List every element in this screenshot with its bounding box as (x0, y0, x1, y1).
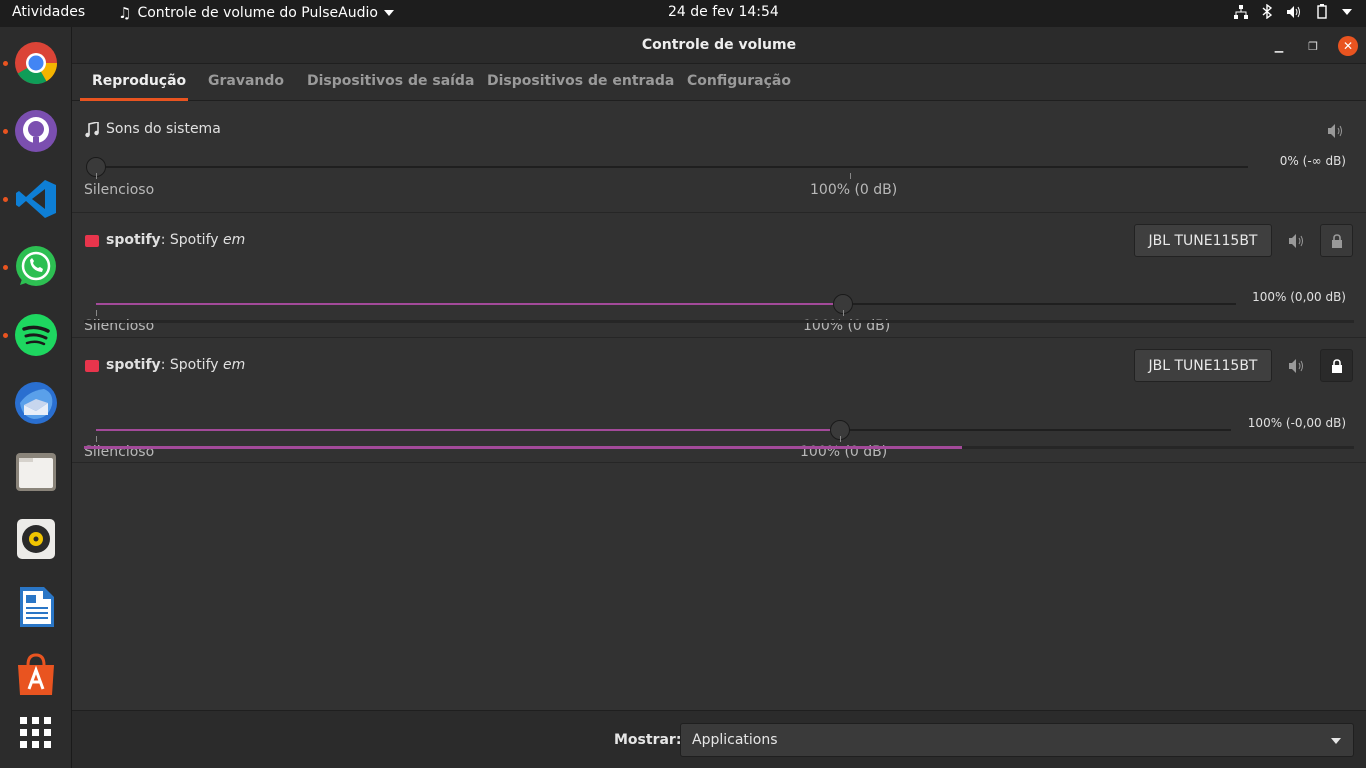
volume-slider-track[interactable] (96, 166, 1248, 168)
dock-thunderbird[interactable] (13, 380, 59, 426)
output-device-button[interactable]: JBL TUNE115BT (1134, 224, 1272, 257)
dock-rhythmbox[interactable] (13, 516, 59, 562)
vscode-icon (16, 180, 56, 218)
spotify-app-icon (84, 358, 100, 374)
scale-tick (850, 173, 851, 179)
dock-vscode[interactable] (13, 176, 59, 222)
separator (72, 462, 1366, 463)
music-note-icon: ♫ (118, 4, 132, 22)
dock (0, 27, 72, 768)
music-note-icon (84, 122, 100, 138)
active-tab-indicator (80, 98, 188, 101)
volume-icon[interactable] (1286, 5, 1302, 19)
maximize-icon: ❐ (1308, 39, 1318, 53)
clock[interactable]: 24 de fev 14:54 (668, 4, 779, 20)
show-filter-select[interactable]: Applications (680, 723, 1354, 757)
peak-meter (84, 320, 1354, 323)
volume-control-window: Controle de volume ▁ ❐ ✕ Reprodução Grav… (72, 27, 1366, 768)
mute-toggle-icon[interactable] (1288, 233, 1306, 249)
lock-channels-button[interactable] (1320, 224, 1353, 257)
scale-tick (96, 173, 97, 179)
app-menu[interactable]: ♫ Controle de volume do PulseAudio (118, 4, 394, 22)
volume-value: 100% (0,00 dB) (1252, 290, 1346, 304)
rhythmbox-icon (17, 519, 55, 559)
running-indicator (3, 197, 8, 202)
show-label: Mostrar: (614, 732, 682, 748)
tab-bar: Reprodução Gravando Dispositivos de saíd… (72, 64, 1366, 101)
lock-icon (1331, 358, 1342, 373)
mute-scale-label: Silencioso (84, 182, 155, 198)
volume-value: 0% (-∞ dB) (1279, 154, 1346, 168)
mute-toggle-icon[interactable] (1327, 123, 1345, 139)
libreoffice-writer-icon (20, 587, 54, 627)
scale-tick (843, 310, 844, 316)
system-menu-chevron-icon[interactable] (1342, 8, 1352, 15)
chevron-down-icon (383, 10, 394, 16)
lock-channels-button[interactable] (1320, 349, 1353, 382)
stream-spotify-1: spotify: Spotify em JBL TUNE115BT Silenc… (72, 213, 1366, 337)
stream-name: spotify: Spotify em (106, 357, 246, 373)
running-indicator (3, 265, 8, 270)
close-button[interactable]: ✕ (1338, 36, 1358, 56)
activities-button[interactable]: Atividades (12, 4, 85, 20)
minimize-icon: ▁ (1274, 39, 1284, 53)
tab-gravando[interactable]: Gravando (208, 73, 284, 89)
dock-show-apps[interactable] (13, 710, 59, 756)
app-menu-label: Controle de volume do PulseAudio (137, 5, 378, 21)
volume-value: 100% (-0,00 dB) (1247, 416, 1346, 430)
mute-toggle-icon[interactable] (1288, 358, 1306, 374)
dock-libreoffice-writer[interactable] (13, 584, 59, 630)
stream-spotify-2: spotify: Spotify em JBL TUNE115BT Silenc… (72, 338, 1366, 462)
chevron-down-icon (1331, 738, 1341, 744)
close-icon: ✕ (1342, 39, 1354, 53)
window-title: Controle de volume (641, 37, 797, 53)
tab-dispositivos-de-entrada[interactable]: Dispositivos de entrada (487, 73, 674, 89)
stream-name: Sons do sistema (106, 121, 221, 137)
whatsapp-icon (16, 246, 56, 286)
system-tray[interactable] (1234, 4, 1352, 19)
dock-whatsapp[interactable] (13, 244, 59, 290)
dock-files[interactable] (13, 448, 59, 494)
show-apps-icon (20, 717, 51, 748)
top-bar: Atividades ♫ Controle de volume do Pulse… (0, 0, 1366, 27)
files-icon (16, 453, 56, 491)
scale-tick (96, 436, 97, 442)
stream-name: spotify: Spotify em (106, 232, 246, 248)
scale-tick (96, 310, 97, 316)
software-center-icon (18, 653, 54, 695)
running-indicator (3, 129, 8, 134)
dock-github-desktop[interactable] (13, 108, 59, 154)
dock-software-center[interactable] (13, 652, 59, 698)
peak-meter (84, 446, 1354, 449)
thunderbird-icon (15, 382, 57, 424)
bluetooth-icon[interactable] (1262, 4, 1272, 19)
dock-chrome[interactable] (13, 40, 59, 86)
running-indicator (3, 61, 8, 66)
show-filter-value: Applications (692, 732, 778, 748)
reference-scale-label: 100% (0 dB) (810, 182, 898, 198)
github-desktop-icon (15, 110, 57, 152)
title-bar[interactable]: Controle de volume ▁ ❐ ✕ (72, 27, 1366, 64)
lock-icon (1331, 233, 1342, 248)
bottom-bar: Mostrar: Applications (72, 710, 1366, 768)
scale-tick (840, 436, 841, 442)
chrome-icon (15, 42, 58, 85)
output-device-button[interactable]: JBL TUNE115BT (1134, 349, 1272, 382)
tab-reproducao[interactable]: Reprodução (92, 73, 186, 89)
running-indicator (3, 333, 8, 338)
tab-dispositivos-de-saida[interactable]: Dispositivos de saída (307, 73, 474, 89)
spotify-icon (15, 314, 57, 356)
volume-slider-fill (96, 429, 840, 431)
stream-system-sounds: Sons do sistema Silencioso 100% (0 dB) 0… (72, 102, 1366, 212)
battery-icon[interactable] (1316, 4, 1328, 19)
dock-spotify[interactable] (13, 312, 59, 358)
minimize-button[interactable]: ▁ (1269, 36, 1289, 56)
maximize-button[interactable]: ❐ (1303, 36, 1323, 56)
volume-slider-fill (96, 303, 843, 305)
peak-meter-fill (84, 446, 962, 449)
tab-configuracao[interactable]: Configuração (687, 73, 791, 89)
spotify-app-icon (84, 233, 100, 249)
network-icon[interactable] (1234, 4, 1248, 19)
